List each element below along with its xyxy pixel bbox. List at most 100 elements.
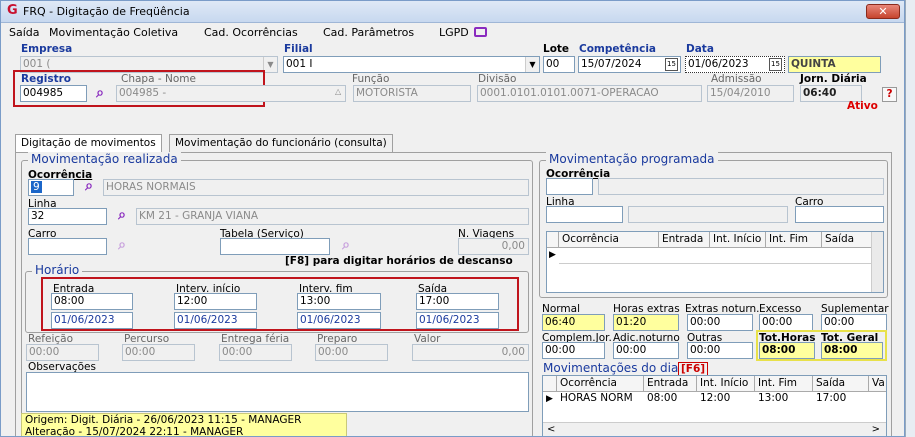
carro-input[interactable] [28, 238, 107, 255]
funcao-label: Função [352, 73, 390, 85]
extras-noturn-value: 00:00 [687, 314, 753, 331]
alteracao-line: Alteração - 15/07/2024 22:11 - MANAGER [25, 426, 244, 437]
mov-dia-grid[interactable]: Ocorrência Entrada Int. Início Int. Fim … [542, 375, 887, 436]
col-int-inicio[interactable]: Int. Início [697, 376, 755, 392]
col-ocorrencia[interactable]: Ocorrência [557, 376, 644, 392]
col-ocorrencia[interactable]: Ocorrência [559, 232, 659, 248]
entrada-date-input[interactable]: 01/06/2023 [51, 312, 133, 329]
scrollbar[interactable] [871, 232, 883, 292]
scroll-left-icon[interactable]: < [547, 424, 555, 435]
horizontal-scrollbar[interactable]: < > [543, 422, 886, 436]
tab-digitacao[interactable]: Digitação de movimentos [15, 134, 162, 152]
cell-ocorrencia[interactable]: HORAS NORM [557, 391, 644, 407]
horario-title: Horário [32, 263, 83, 277]
saida-date-input[interactable]: 01/06/2023 [416, 312, 499, 329]
cell-int-fim[interactable]: 13:00 [755, 391, 813, 407]
prog-linha-code [546, 206, 623, 223]
row-pointer-icon: ▶ [546, 394, 553, 404]
complem-value: 00:00 [542, 342, 605, 359]
col-va[interactable]: Va [869, 376, 886, 392]
realizada-title: Movimentação realizada [28, 152, 181, 166]
data-input[interactable]: 01/06/2023 15 [685, 56, 785, 73]
col-int-inicio[interactable]: Int. Início [710, 232, 766, 248]
chapa-nome-display: 004985 - [116, 85, 346, 102]
normal-value: 06:40 [542, 314, 605, 331]
menu-cad-ocorrencias[interactable]: Cad. Ocorrências [204, 26, 298, 39]
search-icon[interactable]: ⌕ [338, 237, 354, 253]
ocorrencia-desc-display: HORAS NORMAIS [103, 179, 529, 196]
admissao-label: Admissão [711, 73, 762, 85]
close-button[interactable]: ✕ [866, 4, 900, 19]
col-int-fim[interactable]: Int. Fim [755, 376, 813, 392]
lote-label: Lote [543, 43, 570, 55]
interv-inicio-date-input[interactable]: 01/06/2023 [174, 312, 257, 329]
menu-saida[interactable]: Saída [9, 26, 40, 39]
row-pointer-icon: ▶ [549, 250, 556, 260]
main-window: G FRQ - Digitação de Freqüência ✕ Saída … [0, 0, 905, 437]
jornada-label: Jorn. Diária [800, 73, 867, 85]
scroll-right-icon[interactable]: > [872, 424, 880, 435]
grid-corner [543, 376, 557, 392]
f6-key: [F6] [678, 362, 709, 376]
suplementar-value: 00:00 [821, 314, 887, 331]
adic-noturno-value: 00:00 [613, 342, 679, 359]
menu-movimentacao-coletiva[interactable]: Movimentação Coletiva [49, 26, 178, 39]
tab-movimentacao-funcionario[interactable]: Movimentação do funcionário (consulta) [169, 134, 393, 152]
cell-saida[interactable]: 17:00 [813, 391, 869, 407]
entrega-ferias-input[interactable]: 00:00 [219, 344, 292, 361]
search-icon[interactable]: ⌕ [114, 237, 130, 253]
interv-inicio-time-input[interactable]: 12:00 [174, 293, 257, 310]
tabela-input[interactable] [220, 238, 330, 255]
chevron-down-icon[interactable]: ▼ [525, 57, 539, 72]
calendar-icon[interactable]: 15 [769, 58, 782, 71]
menu-cad-parametros[interactable]: Cad. Parâmetros [323, 26, 414, 39]
search-icon[interactable]: ⌕ [81, 178, 97, 194]
nviagens-input[interactable]: 0,00 [458, 238, 529, 255]
percurso-input[interactable]: 00:00 [122, 344, 195, 361]
chapa-nome-label: Chapa - Nome [121, 73, 196, 85]
prog-ocorrencia-code [546, 178, 593, 195]
search-icon[interactable]: ⌕ [92, 85, 108, 101]
sort-icon: △ [335, 87, 342, 96]
ocorrencia-code-input[interactable]: 9 [28, 179, 74, 196]
horas-extras-value: 01:20 [613, 314, 679, 331]
saida-time-input[interactable]: 17:00 [416, 293, 499, 310]
preparo-input[interactable]: 00:00 [315, 344, 388, 361]
programada-grid[interactable]: Ocorrência Entrada Int. Início Int. Fim … [546, 231, 884, 293]
observacoes-textarea[interactable] [26, 372, 529, 412]
col-entrada[interactable]: Entrada [659, 232, 710, 248]
col-int-fim[interactable]: Int. Fim [766, 232, 822, 248]
excesso-value: 00:00 [759, 314, 813, 331]
valor-input[interactable]: 0,00 [412, 344, 529, 361]
cell-int-inicio[interactable]: 12:00 [697, 391, 755, 407]
origem-info: Origem: Digit. Diária - 26/06/2023 11:15… [21, 413, 347, 437]
interv-fim-time-input[interactable]: 13:00 [297, 293, 381, 310]
lote-input[interactable]: 00 [543, 56, 575, 73]
registro-input[interactable]: 004985 [20, 85, 87, 102]
message-icon[interactable] [474, 27, 487, 37]
prog-linha-desc [628, 206, 788, 223]
calendar-icon[interactable]: 15 [665, 58, 678, 71]
refeicao-input[interactable]: 00:00 [26, 344, 99, 361]
app-logo-icon: G [7, 3, 18, 18]
col-entrada[interactable]: Entrada [644, 376, 697, 392]
filial-label: Filial [284, 43, 313, 55]
title-bar: G FRQ - Digitação de Freqüência ✕ [1, 1, 904, 23]
competencia-input[interactable]: 15/07/2024 15 [578, 56, 681, 73]
window-title: FRQ - Digitação de Freqüência [23, 5, 190, 18]
linha-code-input[interactable]: 32 [28, 208, 107, 225]
filial-select[interactable]: 001 I ▼ [283, 56, 540, 73]
empresa-label: Empresa [21, 43, 73, 55]
chevron-down-icon[interactable]: ▼ [263, 57, 277, 72]
entrada-time-input[interactable]: 08:00 [51, 293, 133, 310]
outras-value: 00:00 [687, 342, 753, 359]
menu-lgpd[interactable]: LGPD [439, 26, 469, 39]
col-saida[interactable]: Saída [813, 376, 869, 392]
cell-entrada[interactable]: 08:00 [644, 391, 697, 407]
weekday-display: QUINTA [788, 56, 881, 73]
col-saida[interactable]: Saída [822, 232, 872, 248]
help-button[interactable]: ? [882, 87, 897, 102]
interv-fim-date-input[interactable]: 01/06/2023 [297, 312, 381, 329]
grid-corner [547, 232, 559, 248]
search-icon[interactable]: ⌕ [114, 207, 130, 223]
